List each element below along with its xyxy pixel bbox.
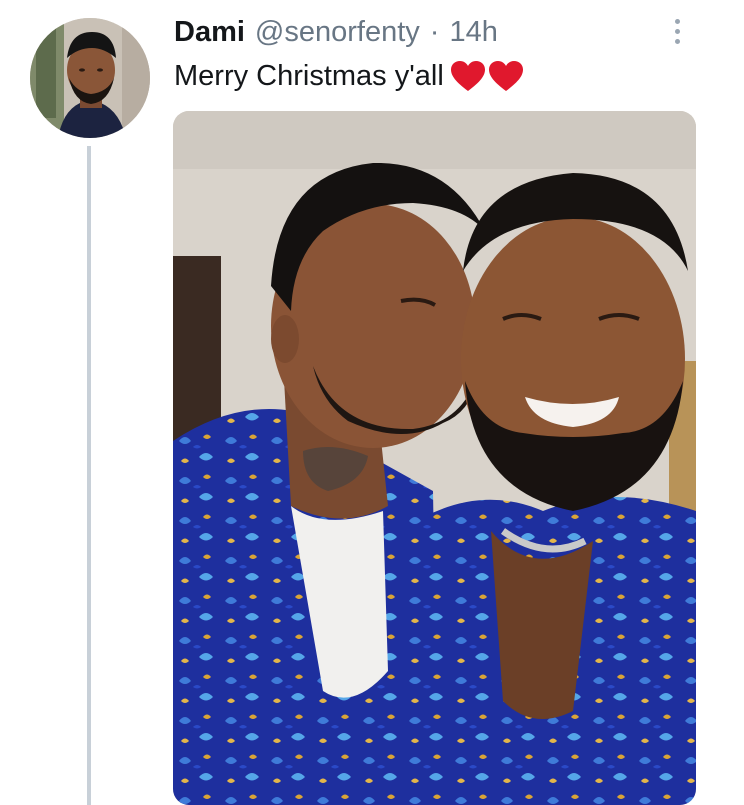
tweet-header: Dami @senorfenty · 14h	[174, 12, 498, 52]
tweet-photo[interactable]	[173, 111, 696, 805]
display-name[interactable]: Dami	[174, 16, 245, 49]
separator-dot: ·	[429, 15, 440, 48]
photo-illustration	[173, 111, 696, 805]
tweet[interactable]: Dami @senorfenty · 14h Merry Christmas y…	[0, 0, 744, 805]
thread-line	[87, 146, 91, 805]
avatar[interactable]	[30, 18, 150, 138]
timestamp[interactable]: 14h	[449, 16, 497, 49]
emoji-group	[450, 60, 524, 92]
heart-emoji	[488, 61, 523, 91]
tweet-text: Merry Christmas y'all	[174, 56, 524, 96]
heart-emoji	[450, 61, 485, 91]
tweet-text-content: Merry Christmas y'all	[174, 59, 444, 92]
user-handle[interactable]: @senorfenty	[255, 16, 420, 49]
more-vertical-icon[interactable]	[664, 14, 690, 48]
